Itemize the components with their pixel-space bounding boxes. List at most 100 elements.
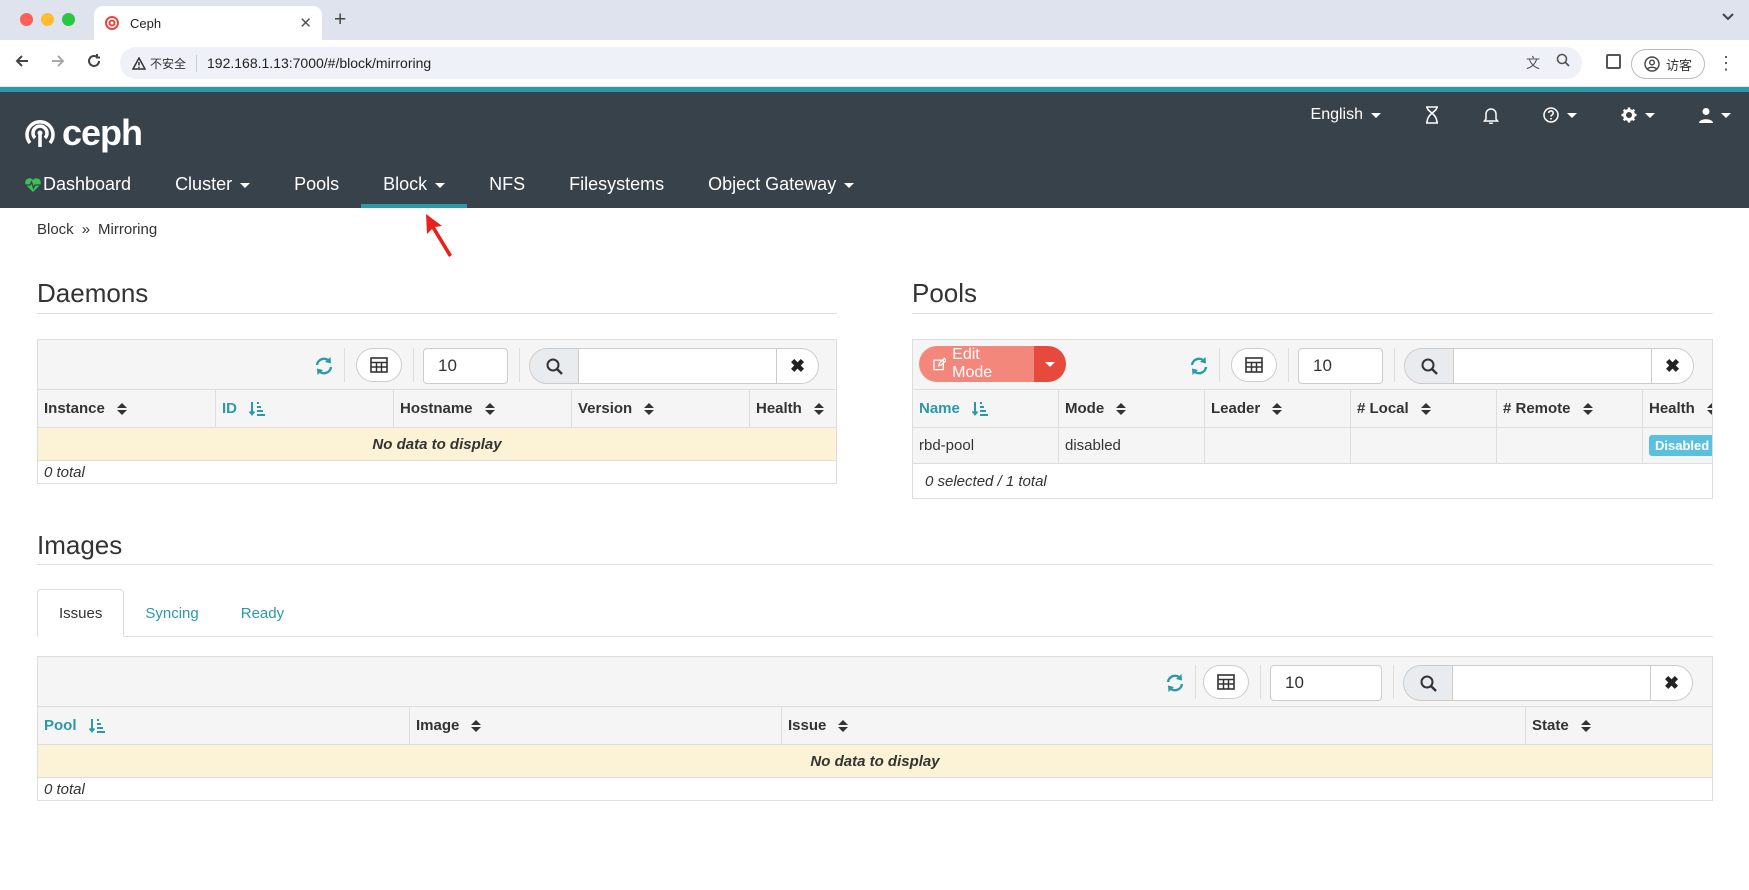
- main-nav: Dashboard Cluster Pools Block NFS Filesy…: [24, 167, 876, 208]
- nav-block[interactable]: Block: [361, 167, 468, 208]
- cell-mode: disabled: [1059, 428, 1205, 463]
- chevron-down-icon: [240, 183, 251, 188]
- clear-search-icon[interactable]: ✖: [777, 348, 819, 384]
- user-menu[interactable]: [1699, 107, 1731, 123]
- refresh-icon[interactable]: [314, 356, 334, 376]
- table-row[interactable]: rbd-pool disabled Disabled: [913, 428, 1712, 464]
- column-header-health[interactable]: Health: [1643, 390, 1712, 427]
- hourglass-icon[interactable]: [1425, 106, 1439, 124]
- images-table: 10 ✖ Pool Image Issue State No data to d…: [37, 656, 1713, 801]
- table-footer: 0 total: [44, 463, 85, 481]
- column-toggle-button[interactable]: [1231, 348, 1277, 382]
- sort-icon: [116, 402, 127, 415]
- column-header-instance[interactable]: Instance: [38, 390, 216, 427]
- nav-nfs[interactable]: NFS: [467, 167, 547, 208]
- clear-search-icon[interactable]: ✖: [1651, 665, 1693, 701]
- nav-block-label: Block: [383, 174, 428, 194]
- tab-syncing[interactable]: Syncing: [124, 589, 219, 637]
- new-tab-icon[interactable]: +: [334, 8, 346, 32]
- column-header-pool[interactable]: Pool: [38, 707, 410, 744]
- column-header-issue[interactable]: Issue: [782, 707, 1526, 744]
- reload-icon[interactable]: [86, 53, 102, 69]
- profile-button[interactable]: 访客: [1630, 49, 1705, 79]
- search-input[interactable]: [579, 348, 777, 384]
- column-header-local[interactable]: # Local: [1351, 390, 1497, 427]
- close-window-button[interactable]: [20, 13, 33, 26]
- breadcrumb-separator-icon: »: [81, 221, 91, 238]
- clear-search-icon[interactable]: ✖: [1652, 348, 1694, 384]
- column-toggle-button[interactable]: [1203, 665, 1249, 699]
- search-icon: [1404, 348, 1454, 384]
- nav-filesystems[interactable]: Filesystems: [547, 167, 686, 208]
- column-header-version[interactable]: Version: [572, 390, 750, 427]
- edit-mode-button[interactable]: Edit Mode: [919, 346, 1034, 382]
- nav-cluster[interactable]: Cluster: [153, 167, 272, 208]
- edit-icon: [933, 357, 947, 371]
- column-toggle-button[interactable]: [356, 348, 402, 382]
- chevron-down-icon: [1567, 112, 1577, 118]
- refresh-icon[interactable]: [1165, 673, 1185, 693]
- daemons-header-row: Instance ID Hostname Version Health: [38, 390, 836, 428]
- column-label: Mode: [1065, 400, 1105, 417]
- empty-row: No data to display: [38, 428, 836, 461]
- refresh-icon[interactable]: [1189, 356, 1209, 376]
- column-header-leader[interactable]: Leader: [1205, 390, 1351, 427]
- omnibox[interactable]: 不安全 192.168.1.13:7000/#/block/mirroring …: [120, 47, 1582, 79]
- tab-ready[interactable]: Ready: [220, 589, 305, 637]
- nav-pools[interactable]: Pools: [272, 167, 361, 208]
- nav-object-gateway[interactable]: Object Gateway: [686, 167, 876, 208]
- column-header-id[interactable]: ID: [216, 390, 394, 427]
- maximize-window-button[interactable]: [62, 13, 75, 26]
- security-indicator[interactable]: 不安全: [132, 54, 198, 72]
- page-limit-input[interactable]: 10: [423, 348, 508, 384]
- profile-label: 访客: [1665, 57, 1692, 73]
- minimize-window-button[interactable]: [41, 13, 54, 26]
- browser-tab[interactable]: Ceph ✕: [94, 6, 322, 40]
- sort-icon: [838, 719, 849, 732]
- sort-amount-asc-icon: [88, 719, 105, 733]
- notifications-bell-icon[interactable]: [1483, 106, 1499, 124]
- breadcrumb-block[interactable]: Block: [37, 221, 74, 238]
- column-header-health[interactable]: Health: [750, 390, 836, 427]
- forward-icon[interactable]: [50, 53, 66, 69]
- close-tab-icon[interactable]: ✕: [299, 14, 312, 32]
- edit-mode-split-button: Edit Mode: [919, 346, 1066, 382]
- browser-menu-icon[interactable]: ⋮: [1717, 53, 1735, 74]
- page-limit-input[interactable]: 10: [1298, 348, 1383, 384]
- tab-search-chevron-icon[interactable]: [1721, 10, 1735, 24]
- side-panel-icon[interactable]: [1606, 54, 1621, 69]
- images-tabs: Issues Syncing Ready: [37, 589, 305, 637]
- column-header-mode[interactable]: Mode: [1059, 390, 1205, 427]
- column-header-hostname[interactable]: Hostname: [394, 390, 572, 427]
- help-icon: [1543, 107, 1559, 123]
- sort-icon: [484, 402, 495, 415]
- edit-mode-dropdown-toggle[interactable]: [1034, 346, 1066, 382]
- column-header-image[interactable]: Image: [410, 707, 782, 744]
- toolbar-separator: [1288, 348, 1289, 382]
- url-text[interactable]: 192.168.1.13:7000/#/block/mirroring: [207, 55, 1526, 71]
- toolbar-separator: [344, 348, 345, 382]
- column-header-state[interactable]: State: [1526, 707, 1712, 744]
- settings-menu[interactable]: [1621, 107, 1655, 123]
- column-label: Image: [416, 717, 460, 734]
- empty-row: No data to display: [38, 745, 1712, 778]
- page-limit-input[interactable]: 10: [1270, 665, 1382, 701]
- help-menu[interactable]: [1543, 107, 1577, 123]
- nav-dashboard[interactable]: Dashboard: [24, 167, 153, 208]
- search-input[interactable]: [1454, 348, 1652, 384]
- column-label: Name: [919, 400, 960, 417]
- sort-icon: [1582, 402, 1593, 415]
- tab-issues[interactable]: Issues: [37, 589, 125, 637]
- back-icon[interactable]: [14, 53, 30, 69]
- sort-icon: [471, 719, 482, 732]
- nav-cluster-label: Cluster: [175, 174, 233, 194]
- chevron-down-icon: [1721, 112, 1731, 118]
- column-header-remote[interactable]: # Remote: [1497, 390, 1643, 427]
- pools-title: Pools: [912, 278, 978, 308]
- search-input[interactable]: [1453, 665, 1651, 701]
- column-header-name[interactable]: Name: [913, 390, 1059, 427]
- ceph-logo[interactable]: ceph: [24, 112, 143, 154]
- language-selector[interactable]: English: [1311, 106, 1381, 124]
- translate-icon[interactable]: 文: [1526, 53, 1540, 73]
- zoom-icon[interactable]: [1556, 53, 1570, 67]
